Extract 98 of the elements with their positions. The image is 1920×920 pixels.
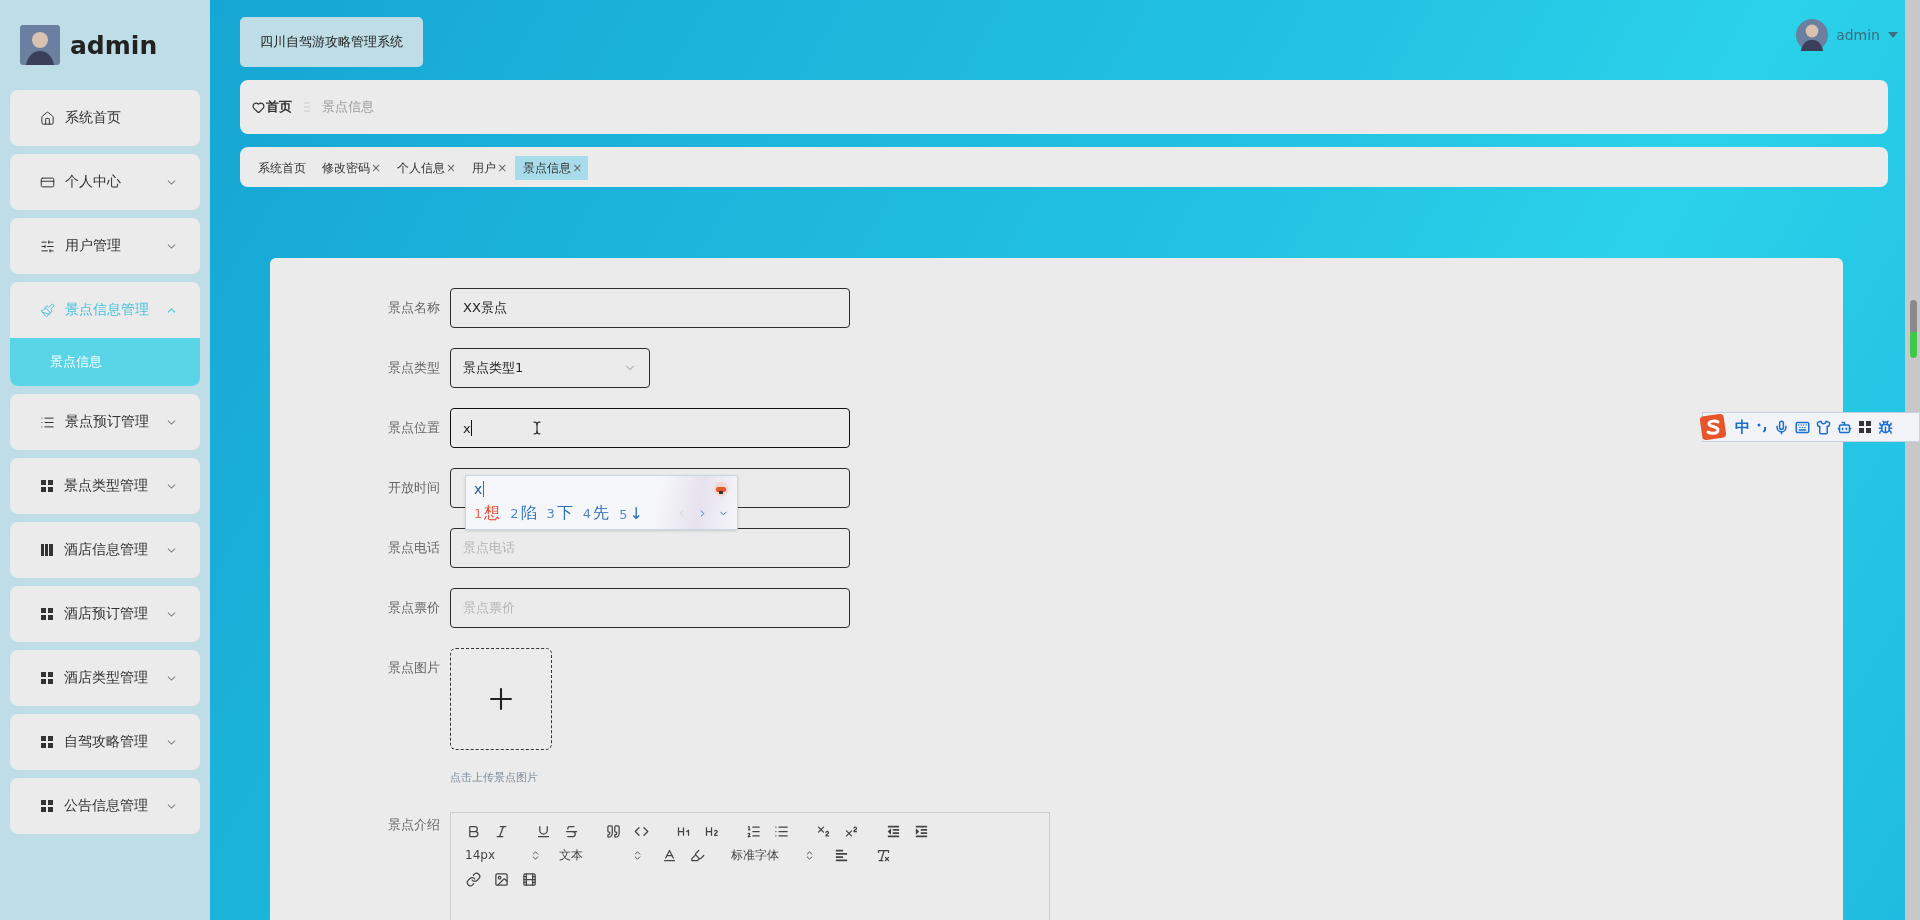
bullet-list-icon — [773, 823, 789, 839]
tab[interactable]: 景点信息× — [515, 156, 589, 180]
field-label: 景点图片 — [387, 659, 441, 677]
menu-item[interactable]: 酒店预订管理 — [10, 586, 200, 642]
breadcrumb-item: 景点信息 — [322, 98, 374, 116]
upload-box[interactable] — [450, 648, 552, 750]
tab[interactable]: 系统首页 — [250, 156, 312, 180]
microphone-icon[interactable] — [1774, 419, 1789, 435]
menu-item[interactable]: 景点预订管理 — [10, 394, 200, 450]
brand-name: admin — [70, 30, 158, 60]
menu-item[interactable]: 公告信息管理 — [10, 778, 200, 834]
avatar — [20, 25, 60, 65]
menu-label: 个人中心 — [65, 173, 122, 191]
grid-icon — [40, 479, 54, 493]
header-picker[interactable]: 文本 — [555, 845, 643, 865]
menu-label: 酒店类型管理 — [64, 669, 149, 687]
upload-hint: 点击上传景点图片 — [450, 770, 539, 785]
ime-candidate[interactable]: 1 想 — [474, 502, 501, 524]
menu-label: 酒店信息管理 — [64, 541, 149, 559]
subscript-icon — [815, 823, 831, 839]
updown-icon — [530, 849, 541, 861]
mascot-icon — [713, 481, 729, 497]
book-icon — [40, 543, 54, 557]
input-field[interactable]: XX景点 — [450, 288, 850, 328]
bug-icon[interactable] — [1878, 419, 1893, 435]
avatar — [1796, 19, 1829, 51]
tab[interactable]: 个人信息× — [389, 156, 463, 180]
menu-item[interactable]: 用户管理 — [10, 218, 200, 274]
menu-label: 系统首页 — [65, 109, 122, 127]
background-color-icon — [689, 847, 705, 863]
field-label: 景点介绍 — [387, 816, 441, 834]
home-icon — [40, 110, 55, 126]
image-icon — [493, 871, 509, 887]
input-field[interactable]: x — [450, 408, 850, 448]
grid-icon — [40, 671, 54, 685]
video-icon — [521, 871, 537, 887]
grid-icon — [40, 735, 54, 749]
tab[interactable]: 修改密码× — [314, 156, 388, 180]
indent-icon — [914, 824, 928, 838]
ime-candidate[interactable]: 2 陷 — [510, 502, 537, 524]
menu-label: 公告信息管理 — [64, 797, 149, 815]
strikethrough-icon — [563, 823, 579, 839]
italic-icon — [493, 823, 509, 839]
ime-composition: x — [474, 481, 485, 497]
menu-item[interactable]: 酒店信息管理 — [10, 522, 200, 578]
punctuation-icon[interactable] — [1756, 421, 1768, 433]
list-icon — [40, 414, 55, 430]
ime-candidate[interactable]: 5↓ — [619, 503, 643, 523]
system-title: 四川自驾游攻略管理系统 — [240, 17, 423, 67]
heart-icon — [252, 100, 265, 114]
menu-item[interactable]: 酒店类型管理 — [10, 650, 200, 706]
field-label: 景点票价 — [387, 599, 441, 617]
shirt-icon[interactable] — [1816, 419, 1831, 435]
select-field[interactable]: 景点类型1 — [450, 348, 650, 388]
ime-logo — [1699, 413, 1727, 441]
align-icon — [834, 848, 848, 862]
scrollbar[interactable] — [1905, 0, 1920, 920]
grid-icon — [40, 607, 54, 621]
superscript-icon — [843, 823, 859, 839]
menu-item[interactable]: 个人中心 — [10, 154, 200, 210]
field-label: 景点名称 — [387, 299, 441, 317]
menu-label: 景点预订管理 — [65, 413, 150, 431]
menu-label: 用户管理 — [65, 237, 122, 255]
menu-item[interactable]: 系统首页 — [10, 90, 200, 146]
menu-item[interactable]: 景点类型管理 — [10, 458, 200, 514]
ime-candidate[interactable]: 4 先 — [582, 502, 610, 524]
field-label: 景点位置 — [387, 419, 441, 437]
grid-icon — [40, 799, 54, 813]
menu-label: 酒店预订管理 — [64, 605, 149, 623]
clear-format-icon — [875, 847, 891, 863]
caret-down-icon[interactable] — [1888, 31, 1898, 39]
size-picker[interactable]: 14px — [461, 845, 541, 865]
card-icon — [40, 174, 55, 190]
robot-icon[interactable] — [1837, 419, 1852, 435]
underline-icon — [535, 823, 551, 839]
font-picker[interactable]: 标准字体 — [727, 845, 815, 865]
menu-label: 景点信息管理 — [65, 301, 150, 319]
quote-icon — [605, 823, 621, 839]
sliders-icon — [40, 238, 55, 254]
field-label: 景点类型 — [387, 359, 441, 377]
keyboard-icon[interactable] — [1795, 419, 1810, 435]
ordered-list-icon — [745, 823, 761, 839]
field-label: 景点电话 — [387, 539, 441, 557]
tab[interactable]: 用户× — [464, 156, 514, 180]
font-color-icon — [661, 847, 677, 863]
updown-icon — [632, 849, 643, 861]
menu-item[interactable]: 自驾攻略管理 — [10, 714, 200, 770]
ime-candidate[interactable]: 3 下 — [546, 502, 573, 524]
field-label: 开放时间 — [387, 479, 441, 497]
brush-icon — [40, 302, 55, 318]
breadcrumb-item[interactable]: 首页 — [266, 98, 292, 116]
menu-label: 自驾攻略管理 — [64, 733, 149, 751]
link-icon — [465, 871, 481, 887]
ime-mode[interactable]: 中 — [1735, 417, 1750, 437]
updown-icon — [804, 849, 815, 861]
menu-label: 景点类型管理 — [64, 477, 149, 495]
apps-icon — [1858, 420, 1872, 434]
outdent-icon — [886, 824, 900, 838]
